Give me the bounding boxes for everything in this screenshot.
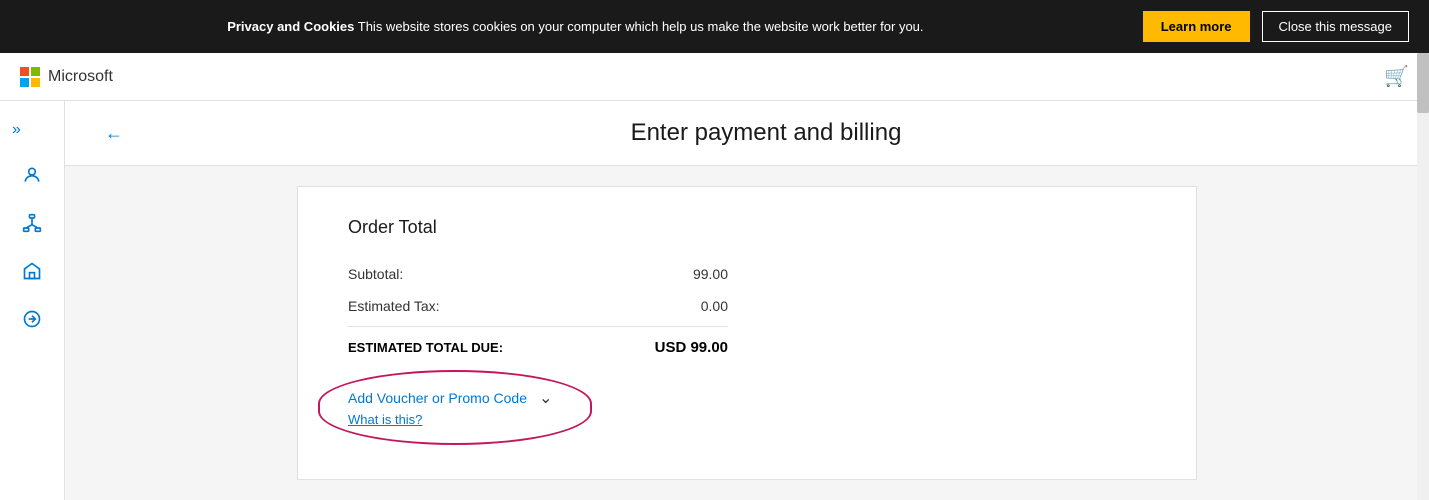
microsoft-grid-icon [20, 67, 40, 87]
brand-name: Microsoft [48, 68, 113, 86]
cookie-bold-text: Privacy and Cookies [227, 19, 354, 34]
voucher-highlight: Add Voucher or Promo Code ⌄ What is this… [348, 388, 552, 427]
content-area: Order Total Subtotal: 99.00 Estimated Ta… [65, 166, 1429, 500]
scrollbar-thumb[interactable] [1417, 53, 1429, 113]
total-label: ESTIMATED TOTAL DUE: [348, 340, 503, 355]
what-is-this-link[interactable]: What is this? [348, 412, 552, 427]
cookie-normal-text: This website stores cookies on your comp… [358, 19, 924, 34]
cookie-banner: Privacy and Cookies This website stores … [0, 0, 1429, 53]
sidebar-expand-button[interactable]: » [4, 113, 29, 147]
voucher-row: Add Voucher or Promo Code ⌄ [348, 388, 552, 408]
total-value: USD 99.00 [655, 339, 728, 356]
scrollbar[interactable] [1417, 53, 1429, 500]
subtotal-value: 99.00 [693, 266, 728, 282]
sidebar-item-home[interactable] [12, 251, 52, 291]
top-nav: Microsoft 🛒 [0, 53, 1429, 101]
sidebar-item-user[interactable] [12, 155, 52, 195]
cart-icon[interactable]: 🛒 [1384, 64, 1409, 89]
total-row: ESTIMATED TOTAL DUE: USD 99.00 [348, 326, 728, 364]
main-layout: » [0, 101, 1429, 500]
chevron-down-icon[interactable]: ⌄ [539, 388, 552, 408]
main-content: ← Enter payment and billing Order Total … [65, 101, 1429, 500]
sidebar-item-transfer[interactable] [12, 299, 52, 339]
page-header: ← Enter payment and billing [65, 101, 1429, 166]
subtotal-row: Subtotal: 99.00 [348, 258, 728, 290]
close-message-button[interactable]: Close this message [1262, 11, 1409, 42]
subtotal-label: Subtotal: [348, 266, 403, 282]
microsoft-logo[interactable]: Microsoft [20, 67, 113, 87]
sidebar-item-network[interactable] [12, 203, 52, 243]
sidebar: » [0, 101, 65, 500]
voucher-section: Add Voucher or Promo Code ⌄ What is this… [348, 388, 552, 429]
voucher-link[interactable]: Add Voucher or Promo Code [348, 390, 527, 406]
learn-more-button[interactable]: Learn more [1143, 11, 1250, 42]
tax-label: Estimated Tax: [348, 298, 440, 314]
order-total-title: Order Total [348, 217, 1146, 238]
tax-row: Estimated Tax: 0.00 [348, 290, 728, 322]
page-title: Enter payment and billing [143, 119, 1389, 147]
tax-value: 0.00 [701, 298, 728, 314]
payment-card: Order Total Subtotal: 99.00 Estimated Ta… [297, 186, 1197, 480]
back-button[interactable]: ← [105, 123, 123, 144]
cookie-text: Privacy and Cookies This website stores … [20, 19, 1131, 34]
